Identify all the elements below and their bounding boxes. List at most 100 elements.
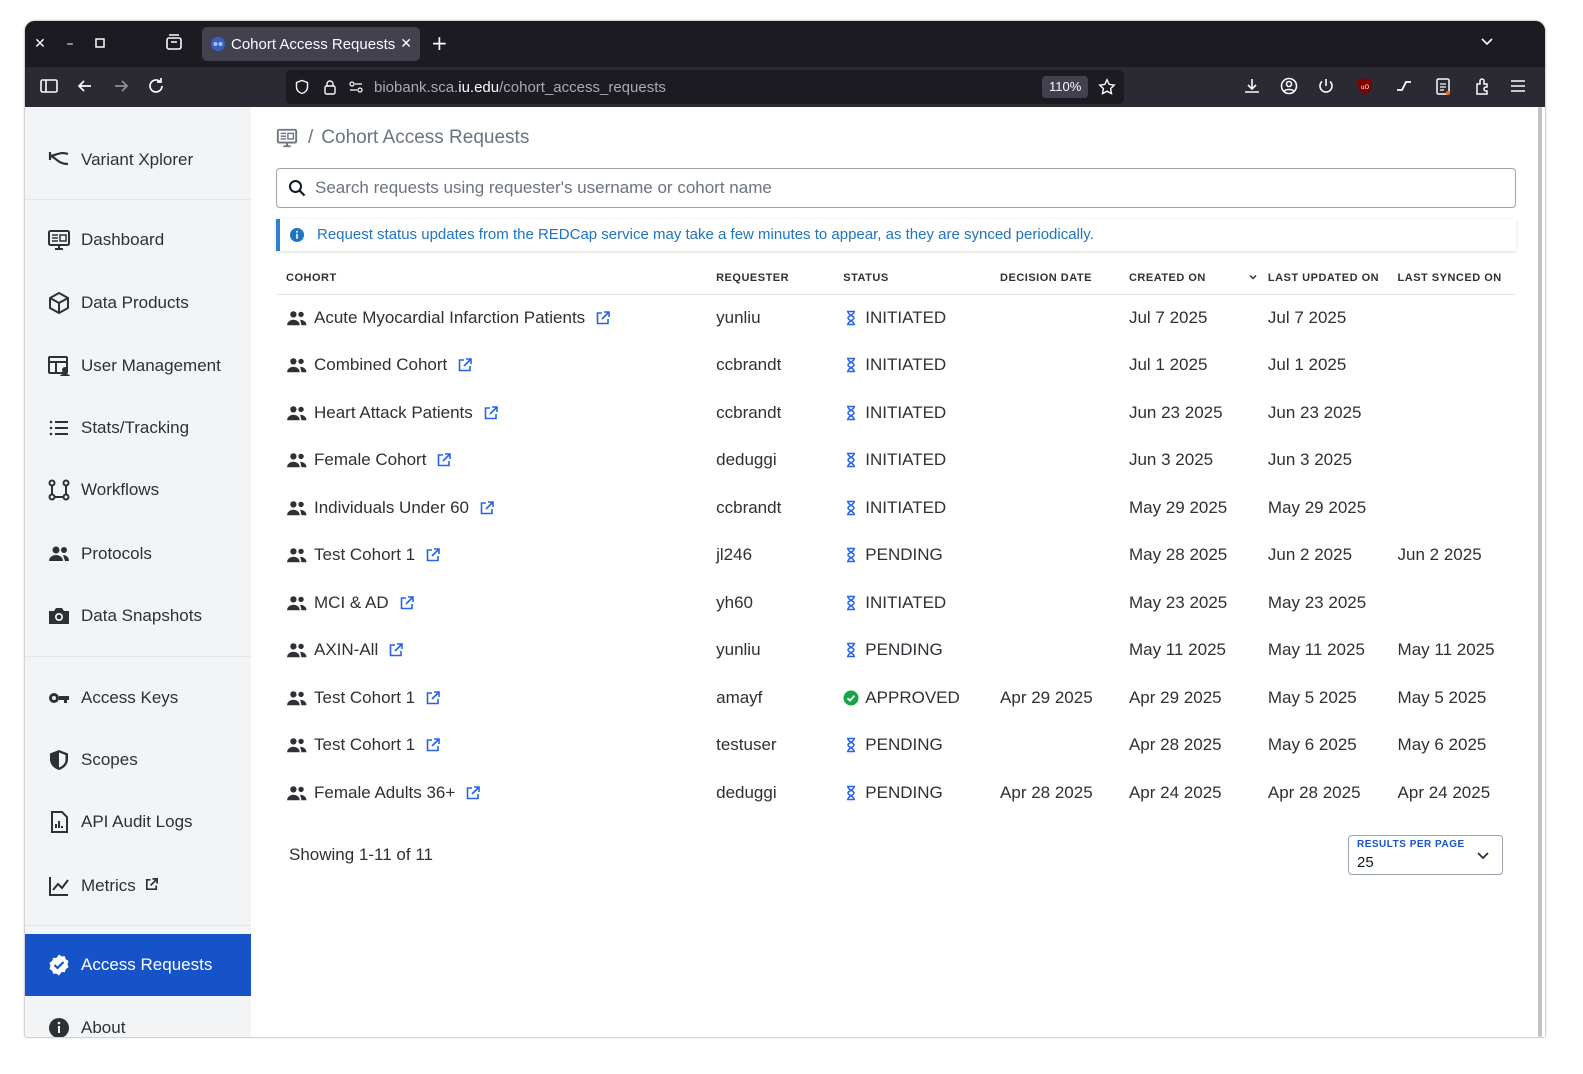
- close-window-icon[interactable]: ✕: [29, 33, 51, 55]
- results-per-page-select[interactable]: RESULTS PER PAGE 25: [1348, 835, 1503, 875]
- maximize-window-icon[interactable]: [89, 33, 111, 55]
- terminal-extension-icon[interactable]: [1394, 76, 1416, 98]
- sidebar-item-api-audit-logs[interactable]: API Audit Logs: [25, 791, 251, 853]
- cohort-name-link[interactable]: Heart Attack Patients: [314, 403, 473, 423]
- workflow-icon: [48, 479, 70, 501]
- tab-groups-icon[interactable]: [163, 33, 185, 55]
- column-header-decision-date[interactable]: DECISION DATE: [990, 262, 1119, 295]
- external-link-icon[interactable]: [457, 357, 473, 373]
- sidebar-item-data-products[interactable]: Data Products: [25, 272, 251, 334]
- external-link-icon[interactable]: [483, 405, 499, 421]
- external-link-icon[interactable]: [465, 785, 481, 801]
- cohort-name-link[interactable]: Female Cohort: [314, 450, 426, 470]
- external-link-icon[interactable]: [425, 690, 441, 706]
- brand-label: Variant Xplorer: [81, 150, 194, 169]
- sidebar-item-about[interactable]: About: [25, 997, 251, 1037]
- ublock-origin-icon[interactable]: uO: [1355, 76, 1377, 98]
- sidebar-item-scopes[interactable]: Scopes: [25, 729, 251, 791]
- clipboard-extension-icon[interactable]: [1433, 76, 1455, 98]
- cohort-name-link[interactable]: Test Cohort 1: [314, 735, 415, 755]
- external-link-icon[interactable]: [399, 595, 415, 611]
- forward-icon[interactable]: [111, 76, 133, 98]
- lock-icon[interactable]: [322, 79, 338, 95]
- power-extension-icon[interactable]: [1316, 76, 1338, 98]
- cell-created-on: Jun 3 2025: [1128, 450, 1214, 470]
- table-row[interactable]: Female Cohort deduggi INITIATED Jun 3 2025 J…: [276, 437, 1516, 485]
- cohort-name-link[interactable]: Test Cohort 1: [314, 688, 415, 708]
- permissions-icon[interactable]: [348, 79, 364, 95]
- sidebar-brand[interactable]: Variant Xplorer: [25, 129, 251, 191]
- cohort-name-link[interactable]: Test Cohort 1: [314, 545, 415, 565]
- sidebar-item-protocols[interactable]: Protocols: [25, 523, 251, 585]
- column-header-last-updated-on[interactable]: LAST UPDATED ON: [1257, 262, 1388, 295]
- sidebar-toggle-icon[interactable]: [39, 76, 61, 98]
- table-row[interactable]: Test Cohort 1 amayf APPROVED Apr 29 2025 Apr…: [276, 674, 1516, 722]
- people-icon: [287, 738, 307, 753]
- table-row[interactable]: Female Adults 36+ deduggi PENDING Apr 28 20…: [276, 769, 1516, 817]
- column-header-status[interactable]: STATUS: [833, 262, 991, 295]
- address-bar[interactable]: biobank.sca.iu.edu/cohort_access_request…: [286, 70, 1124, 104]
- new-tab-icon[interactable]: +: [431, 33, 448, 53]
- sidebar-item-data-snapshots[interactable]: Data Snapshots: [25, 585, 251, 647]
- column-header-requester[interactable]: REQUESTER: [706, 262, 834, 295]
- page-scrollbar[interactable]: [1536, 107, 1545, 1037]
- tracking-shield-icon[interactable]: [294, 79, 310, 95]
- cohort-name-link[interactable]: Female Adults 36+: [314, 783, 455, 803]
- table-row[interactable]: Heart Attack Patients ccbrandt INITIATED Ju…: [276, 389, 1516, 437]
- zoom-indicator[interactable]: 110%: [1042, 76, 1089, 98]
- sidebar-item-access-keys[interactable]: Access Keys: [25, 667, 251, 729]
- external-link-icon[interactable]: [425, 547, 441, 563]
- table-row[interactable]: AXIN-All yunliu PENDING May 11 2025 May 11 2…: [276, 627, 1516, 675]
- sidebar-item-workflows[interactable]: Workflows: [25, 459, 251, 521]
- cell-created-on: Jun 23 2025: [1128, 402, 1223, 422]
- list-all-tabs-icon[interactable]: [1479, 33, 1495, 53]
- external-link-icon[interactable]: [425, 737, 441, 753]
- column-header-created-on[interactable]: CREATED ON: [1118, 262, 1258, 295]
- downloads-icon[interactable]: [1242, 76, 1264, 98]
- column-header-last-synced-on[interactable]: LAST SYNCED ON: [1387, 262, 1516, 295]
- table-row[interactable]: Test Cohort 1 jl246 PENDING May 28 2025 Jun …: [276, 532, 1516, 580]
- sidebar-item-stats-tracking[interactable]: Stats/Tracking: [25, 397, 251, 459]
- column-header-cohort[interactable]: COHORT: [276, 262, 707, 295]
- external-link-icon[interactable]: [479, 500, 495, 516]
- camera-icon: [49, 608, 69, 624]
- scrollbar-thumb[interactable]: [1538, 107, 1542, 1037]
- search-input[interactable]: [315, 177, 1495, 199]
- cohort-name-link[interactable]: Combined Cohort: [314, 355, 447, 375]
- table-row[interactable]: MCI & AD yh60 INITIATED May 23 2025 May 23 2…: [276, 579, 1516, 627]
- report-icon: [51, 811, 68, 833]
- external-link-icon[interactable]: [595, 310, 611, 326]
- table-row[interactable]: Individuals Under 60 ccbrandt INITIATED May…: [276, 484, 1516, 532]
- back-icon[interactable]: [75, 76, 97, 98]
- sort-descending-icon[interactable]: [1248, 272, 1258, 282]
- table-row[interactable]: Test Cohort 1 testuser PENDING Apr 28 2025 M…: [276, 722, 1516, 770]
- reload-icon[interactable]: [146, 76, 168, 98]
- cell-last-updated-on: May 23 2025: [1267, 592, 1367, 612]
- sidebar-item-label: User Management: [81, 356, 221, 375]
- sidebar-item-label: Scopes: [81, 750, 138, 769]
- extensions-icon[interactable]: [1473, 76, 1495, 98]
- cohort-name-link[interactable]: AXIN-All: [314, 640, 378, 660]
- active-tab[interactable]: Cohort Access Requests | Variant Xplorer…: [202, 27, 420, 61]
- sidebar-item-metrics[interactable]: Metrics: [25, 855, 251, 917]
- sidebar-item-dashboard[interactable]: Dashboard: [25, 209, 251, 271]
- sidebar-item-access-requests[interactable]: Access Requests: [25, 934, 251, 996]
- table-row[interactable]: Acute Myocardial Infarction Patients yunl…: [276, 294, 1516, 342]
- status-label: INITIATED: [865, 308, 947, 327]
- external-link-icon[interactable]: [436, 452, 452, 468]
- status-label: PENDING: [865, 545, 943, 565]
- external-link-icon[interactable]: [388, 642, 404, 658]
- search-box[interactable]: [276, 168, 1516, 208]
- cohort-name-link[interactable]: Acute Myocardial Infarction Patients: [314, 308, 585, 328]
- account-icon[interactable]: [1279, 76, 1301, 98]
- cohort-name-link[interactable]: Individuals Under 60: [314, 498, 469, 518]
- app-menu-icon[interactable]: [1508, 76, 1530, 98]
- tab-close-icon[interactable]: ✕: [400, 35, 412, 52]
- bookmark-star-icon[interactable]: [1098, 78, 1116, 96]
- dashboard-home-icon[interactable]: [276, 127, 298, 149]
- cell-cohort: MCI & AD: [276, 579, 706, 627]
- table-row[interactable]: Combined Cohort ccbrandt INITIATED Jul 1 20…: [276, 342, 1516, 390]
- sidebar-item-user-management[interactable]: User Management: [25, 335, 251, 397]
- minimize-window-icon[interactable]: –: [59, 33, 81, 55]
- cohort-name-link[interactable]: MCI & AD: [314, 593, 389, 613]
